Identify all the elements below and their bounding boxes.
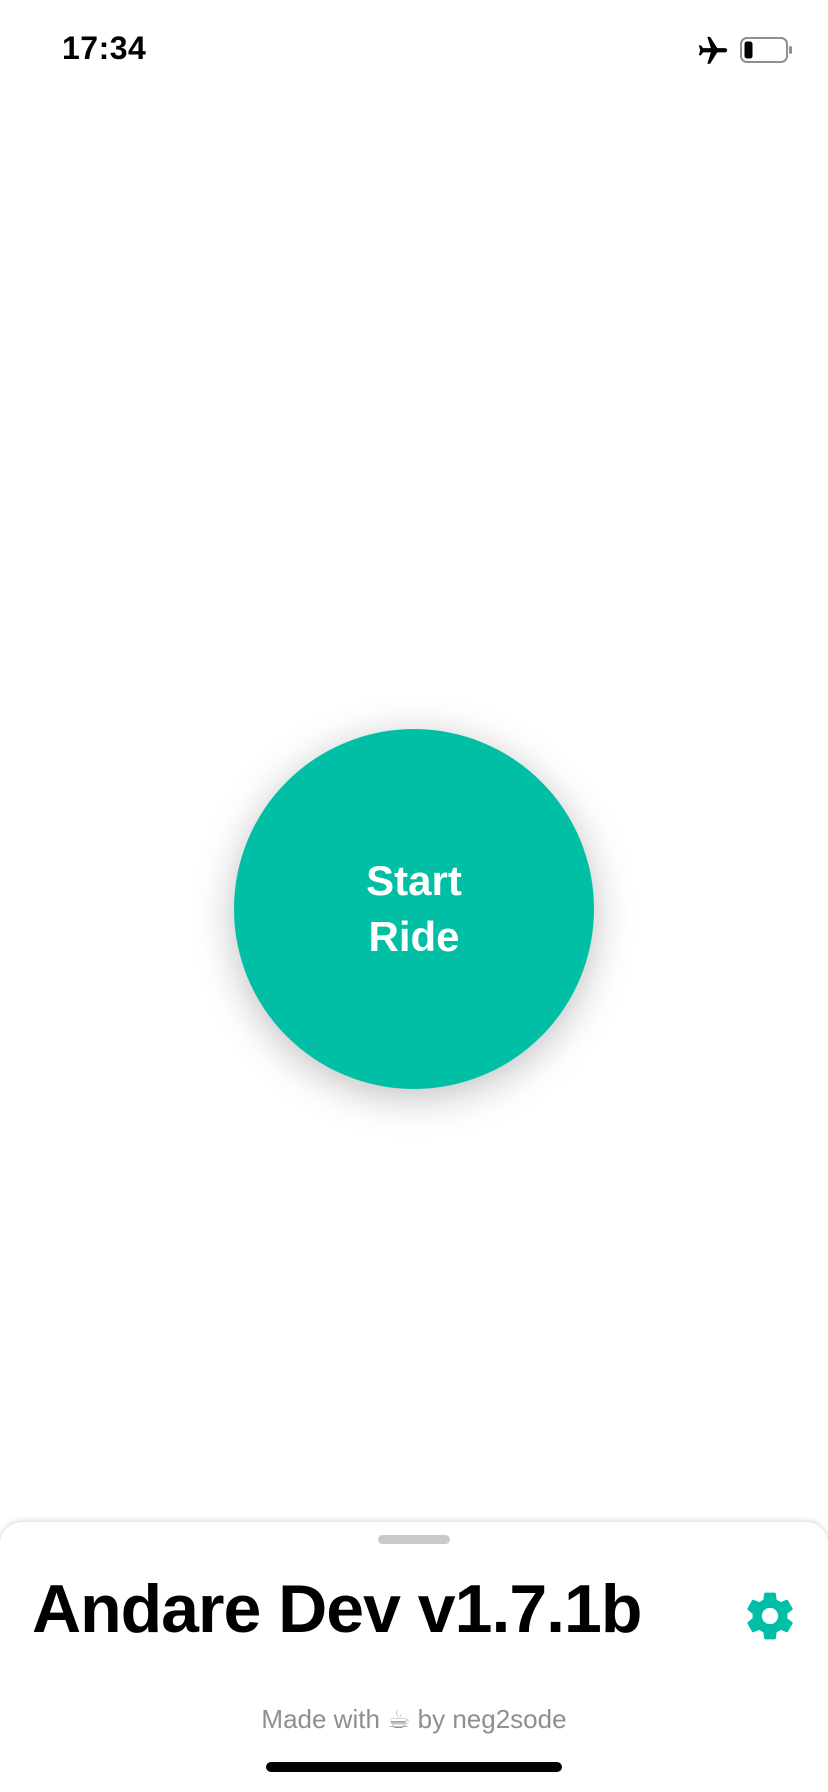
bottom-sheet: Andare Dev v1.7.1b Made with ☕ by neg2so…: [0, 1522, 828, 1792]
battery-icon: [740, 37, 792, 63]
app-screen: 17:34 Start Ride Andare Dev v1.7.1b Made…: [0, 0, 828, 1792]
status-bar: 17:34: [0, 0, 828, 100]
footer-credit: Made with ☕ by neg2sode: [261, 1704, 567, 1734]
status-time: 17:34: [62, 30, 147, 66]
gear-icon[interactable]: [742, 1588, 798, 1644]
home-indicator[interactable]: [266, 1762, 562, 1772]
app-title: Andare Dev v1.7.1b: [32, 1571, 642, 1647]
airplane-icon: [698, 36, 728, 64]
start-ride-label: Start Ride: [366, 857, 462, 960]
start-ride-button[interactable]: Start Ride: [234, 729, 594, 1089]
sheet-drag-handle[interactable]: [378, 1535, 450, 1544]
